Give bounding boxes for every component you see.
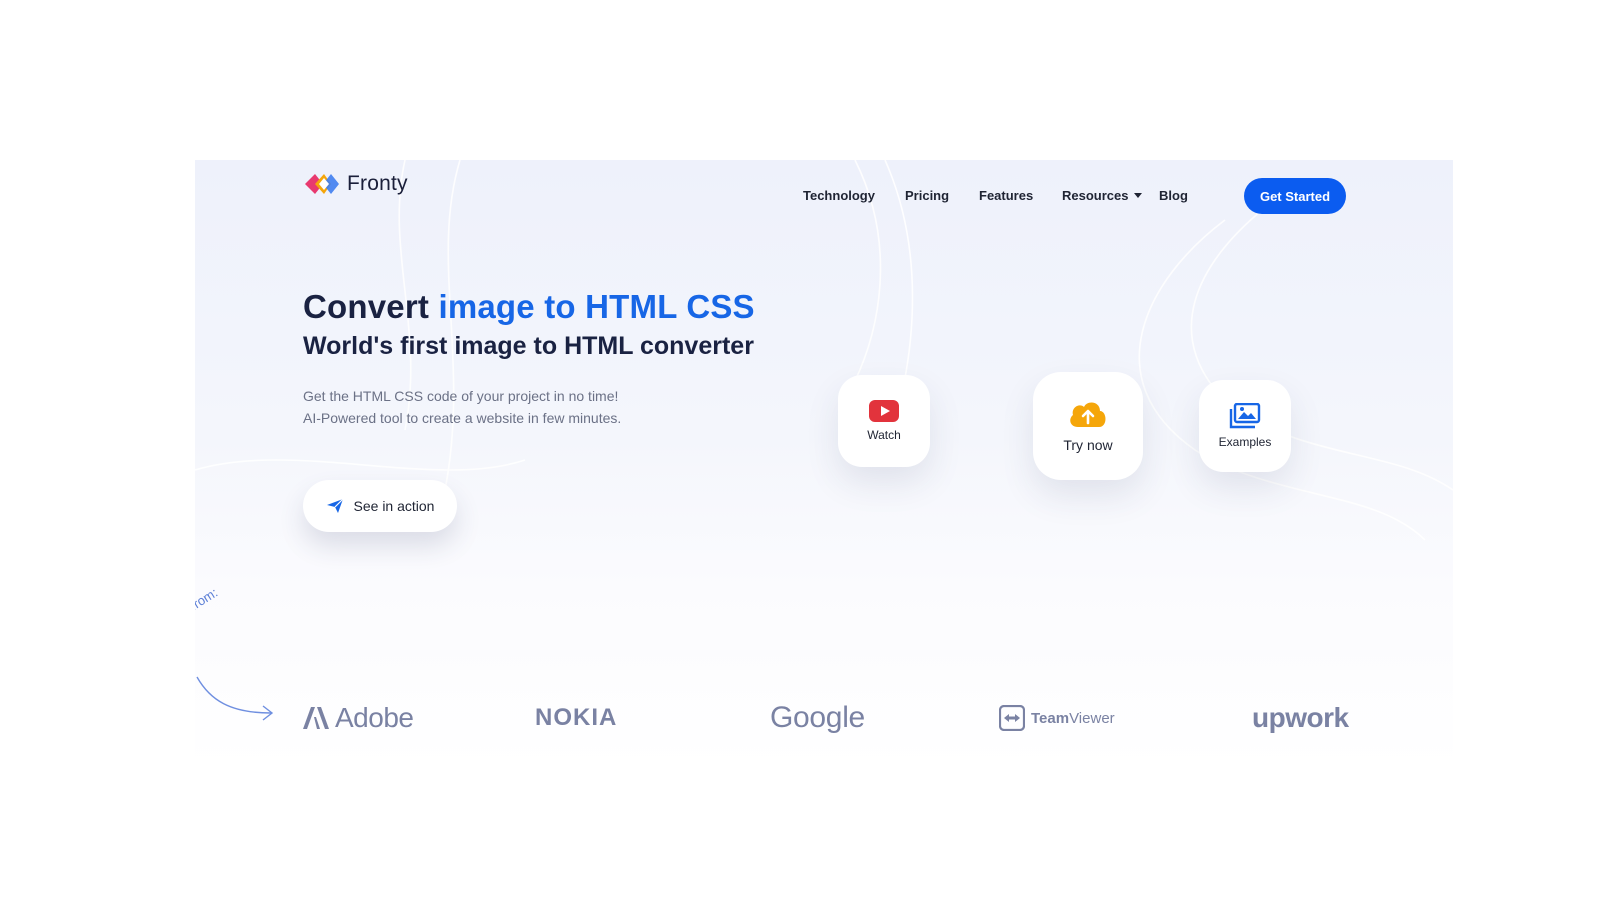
- top-nav: Technology Pricing Features Resources Bl…: [195, 174, 1453, 214]
- examples-label: Examples: [1218, 435, 1272, 449]
- hero-title-plain: Convert: [303, 288, 439, 325]
- images-icon: [1229, 403, 1261, 429]
- google-logo-text: Google: [770, 701, 865, 734]
- hero-description-line-2: AI-Powered tool to create a website in f…: [303, 410, 622, 426]
- examples-card[interactable]: Examples: [1199, 380, 1291, 472]
- adobe-logo: Adobe: [303, 700, 414, 736]
- hero-title: Convert image to HTML CSS: [303, 288, 755, 326]
- adobe-mark-icon: [303, 707, 329, 729]
- watch-card[interactable]: Watch: [838, 375, 930, 467]
- nav-resources[interactable]: Resources: [1062, 188, 1143, 203]
- hero-description: Get the HTML CSS code of your project in…: [303, 385, 621, 429]
- nav-technology[interactable]: Technology: [803, 188, 875, 203]
- teamviewer-logo-text: TeamViewer: [1031, 710, 1115, 727]
- hero-section: Fronty Technology Pricing Features Resou…: [195, 160, 1453, 770]
- get-started-button[interactable]: Get Started: [1244, 178, 1346, 214]
- nav-resources-label: Resources: [1062, 188, 1129, 203]
- nav-features[interactable]: Features: [979, 188, 1033, 203]
- hero-subtitle: World's first image to HTML converter: [303, 332, 754, 360]
- upwork-logo: upwork: [1252, 700, 1349, 736]
- curved-arrow-icon: [196, 676, 274, 721]
- youtube-play-icon: [869, 400, 899, 422]
- teamviewer-logo-text-bold: Team: [1031, 709, 1070, 727]
- hero-description-line-1: Get the HTML CSS code of your project in…: [303, 388, 619, 404]
- teamviewer-logo: TeamViewer: [999, 700, 1115, 736]
- caret-down-icon: [1134, 193, 1143, 199]
- paper-plane-icon: [326, 498, 343, 513]
- teamviewer-mark-icon: [999, 705, 1025, 731]
- see-in-action-button[interactable]: See in action: [303, 480, 457, 532]
- watch-label: Watch: [867, 428, 901, 442]
- try-now-card[interactable]: Try now: [1033, 372, 1143, 480]
- cloud-upload-icon: [1070, 402, 1106, 427]
- nokia-logo: NOKIA: [535, 700, 617, 736]
- nokia-logo-text: NOKIA: [535, 704, 618, 731]
- see-in-action-label: See in action: [353, 498, 435, 514]
- hero-title-accent: image to HTML CSS: [438, 288, 755, 325]
- google-logo: Google: [770, 700, 865, 736]
- try-now-label: Try now: [1063, 437, 1113, 453]
- nav-pricing[interactable]: Pricing: [905, 188, 949, 203]
- adobe-logo-text: Adobe: [335, 702, 414, 733]
- teamviewer-logo-text-rest: Viewer: [1069, 709, 1115, 727]
- nav-blog[interactable]: Blog: [1159, 188, 1188, 203]
- upwork-logo-text: upwork: [1252, 702, 1349, 733]
